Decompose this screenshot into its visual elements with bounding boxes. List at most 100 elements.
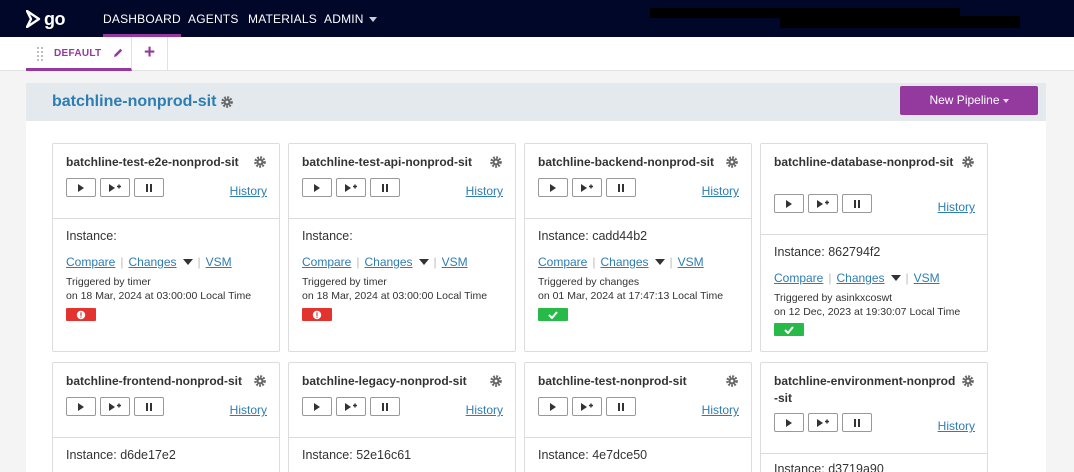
pipeline-name[interactable]: batchline-legacy-nonprod-sit [302, 373, 484, 390]
play-icon [78, 402, 84, 411]
pipeline-group-title[interactable]: batchline-nonprod-sit [52, 93, 216, 111]
pipeline-name[interactable]: batchline-frontend-nonprod-sit [66, 373, 248, 390]
pipeline-name[interactable]: batchline-test-nonprod-sit [538, 373, 720, 390]
pipeline-name[interactable]: batchline-database-nonprod-sit [774, 154, 956, 171]
gear-icon[interactable] [489, 155, 503, 169]
history-link[interactable]: History [702, 184, 739, 198]
compare-link[interactable]: Compare [302, 255, 351, 269]
history-link[interactable]: History [466, 403, 503, 417]
play-with-options-icon [345, 183, 357, 192]
trigger-with-options-button[interactable] [100, 178, 130, 197]
instance-label: Instance: 52e16c61 [302, 448, 412, 462]
trigger-button[interactable] [66, 178, 96, 197]
pipeline-card-header: batchline-legacy-nonprod-sit History [289, 363, 515, 438]
caret-down-icon[interactable] [890, 275, 901, 281]
vsm-link[interactable]: VSM [914, 271, 940, 285]
new-pipeline-label: New Pipeline [929, 93, 1000, 107]
nav-materials[interactable]: MATERIALS [248, 0, 317, 37]
trigger-button[interactable] [66, 397, 96, 416]
pause-button[interactable] [134, 178, 164, 197]
caret-down-icon[interactable] [182, 259, 193, 265]
pipeline-card-instance: Instance: 52e16c61 [289, 438, 515, 472]
trigger-with-options-button[interactable] [572, 178, 602, 197]
gear-icon[interactable] [253, 155, 267, 169]
gear-icon[interactable] [220, 95, 234, 109]
history-link[interactable]: History [230, 184, 267, 198]
check-icon [784, 325, 794, 334]
stage-status-failed[interactable] [302, 308, 332, 321]
compare-link[interactable]: Compare [538, 255, 587, 269]
vsm-link[interactable]: VSM [678, 255, 704, 269]
nav-dashboard[interactable]: DASHBOARD [103, 0, 181, 37]
trigger-with-options-button[interactable] [808, 413, 838, 432]
stage-status-passed[interactable] [774, 323, 804, 336]
vsm-link[interactable]: VSM [206, 255, 232, 269]
trigger-with-options-button[interactable] [100, 397, 130, 416]
gear-icon[interactable] [961, 374, 975, 388]
pipeline-name[interactable]: batchline-backend-nonprod-sit [538, 154, 720, 171]
caret-down-icon[interactable] [418, 259, 429, 265]
caret-down-icon[interactable] [654, 259, 665, 265]
pipeline-name[interactable]: batchline-environment-nonprod-sit [774, 373, 956, 407]
changes-link[interactable]: Changes [600, 255, 648, 269]
nav-materials-label: MATERIALS [248, 12, 317, 26]
history-link[interactable]: History [938, 419, 975, 433]
play-icon [550, 402, 556, 411]
pause-button[interactable] [842, 413, 872, 432]
trigger-button[interactable] [302, 397, 332, 416]
pause-button[interactable] [606, 178, 636, 197]
gear-icon[interactable] [725, 374, 739, 388]
pause-button[interactable] [370, 178, 400, 197]
redacted-area [780, 16, 1020, 28]
stage-status-passed[interactable] [538, 308, 568, 321]
pipeline-card: batchline-frontend-nonprod-sit History I… [52, 362, 280, 472]
trigger-button[interactable] [302, 178, 332, 197]
pencil-icon[interactable] [112, 47, 124, 59]
pipeline-card: batchline-test-api-nonprod-sit History I… [288, 143, 516, 352]
plus-icon: + [144, 42, 156, 63]
pipeline-card-header: batchline-test-api-nonprod-sit History [289, 144, 515, 219]
nav-agents[interactable]: AGENTS [188, 0, 239, 37]
trigger-button[interactable] [774, 413, 804, 432]
pipeline-card: batchline-legacy-nonprod-sit History Ins… [288, 362, 516, 472]
gear-icon[interactable] [961, 155, 975, 169]
compare-link[interactable]: Compare [774, 271, 823, 285]
trigger-with-options-button[interactable] [336, 178, 366, 197]
error-icon [312, 310, 322, 319]
pipeline-name[interactable]: batchline-test-e2e-nonprod-sit [66, 154, 248, 171]
pipeline-card-header: batchline-test-nonprod-sit History [525, 363, 751, 438]
pipeline-card-instance: Instance: d3719a90 [761, 454, 987, 472]
compare-link[interactable]: Compare [66, 255, 115, 269]
history-link[interactable]: History [466, 184, 503, 198]
history-link[interactable]: History [702, 403, 739, 417]
vsm-link[interactable]: VSM [442, 255, 468, 269]
trigger-with-options-button[interactable] [336, 397, 366, 416]
new-pipeline-button[interactable]: New Pipeline [900, 86, 1038, 115]
pause-button[interactable] [370, 397, 400, 416]
pause-button[interactable] [842, 194, 872, 213]
history-link[interactable]: History [938, 200, 975, 214]
gear-icon[interactable] [489, 374, 503, 388]
pause-button[interactable] [606, 397, 636, 416]
nav-admin[interactable]: ADMIN [324, 0, 377, 37]
stage-status-failed[interactable] [66, 308, 96, 321]
changes-link[interactable]: Changes [128, 255, 176, 269]
changes-link[interactable]: Changes [364, 255, 412, 269]
pipeline-name[interactable]: batchline-test-api-nonprod-sit [302, 154, 484, 171]
trigger-with-options-button[interactable] [572, 397, 602, 416]
add-tab-button[interactable]: + [133, 37, 168, 71]
tab-default[interactable]: DEFAULT [26, 37, 132, 71]
pause-button[interactable] [134, 397, 164, 416]
drag-handle-icon[interactable] [36, 46, 44, 62]
go-logo[interactable]: go [26, 9, 66, 29]
pipeline-card-header: batchline-test-e2e-nonprod-sit History [53, 144, 279, 219]
changes-link[interactable]: Changes [836, 271, 884, 285]
gear-icon[interactable] [725, 155, 739, 169]
history-link[interactable]: History [230, 403, 267, 417]
link-separator: | [828, 271, 832, 285]
trigger-button[interactable] [538, 397, 568, 416]
trigger-button[interactable] [774, 194, 804, 213]
trigger-with-options-button[interactable] [808, 194, 838, 213]
trigger-button[interactable] [538, 178, 568, 197]
gear-icon[interactable] [253, 374, 267, 388]
